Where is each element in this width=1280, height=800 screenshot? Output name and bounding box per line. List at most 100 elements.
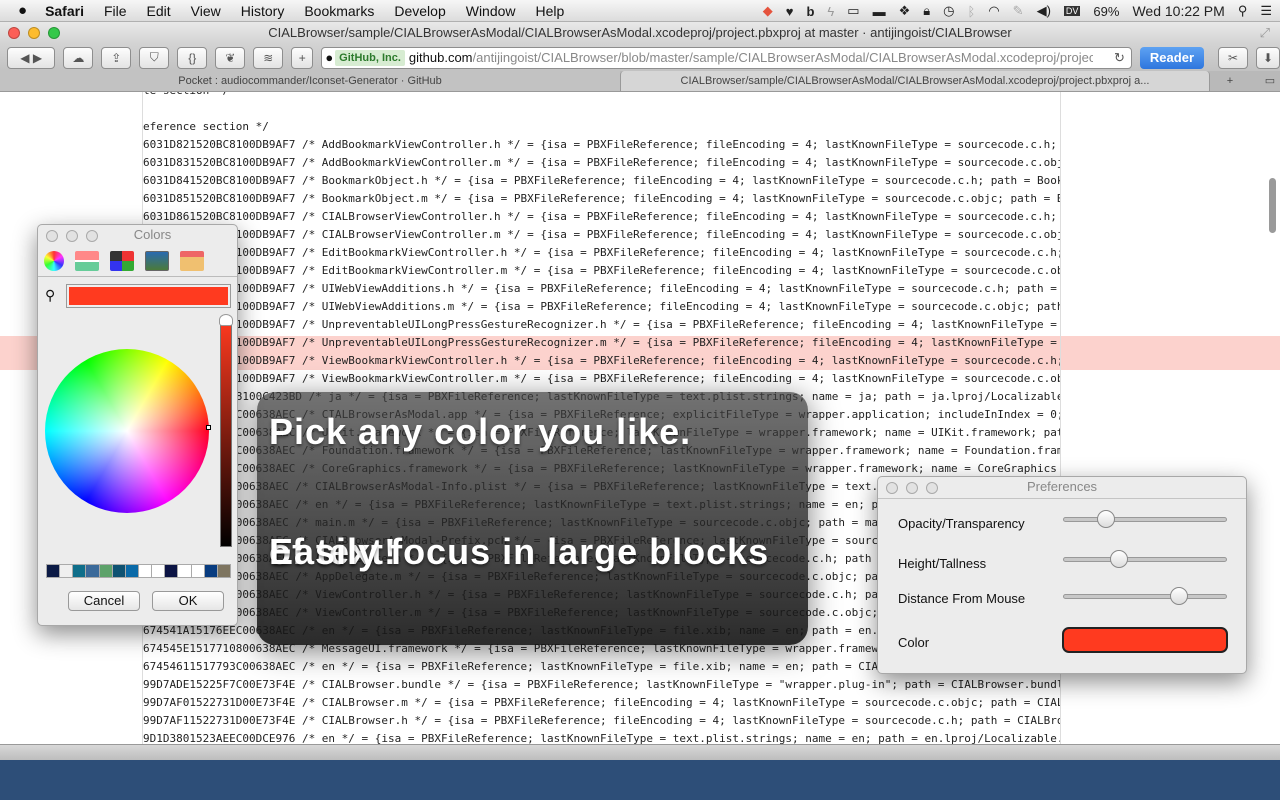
color-swatch[interactable] [191, 565, 204, 577]
menu-develop[interactable]: Develop [384, 3, 455, 19]
color-swatch[interactable] [125, 565, 138, 577]
color-wheel[interactable] [45, 349, 211, 513]
volume-icon[interactable]: ◀) [1037, 3, 1051, 19]
close-button[interactable] [886, 482, 898, 494]
color-picker-marker[interactable] [206, 425, 211, 430]
layers-icon[interactable]: ≋ [253, 46, 284, 69]
menu-history[interactable]: History [231, 3, 295, 19]
time-machine-icon[interactable]: ◷ [943, 3, 954, 19]
bluetooth-icon[interactable]: ᛒ [968, 4, 976, 19]
dv-badge[interactable]: DV [1063, 6, 1081, 16]
spotlight-icon[interactable]: ⚲ [1238, 3, 1248, 19]
downloads-icon[interactable]: ⬇ [1256, 46, 1280, 69]
tab-cialbrowser[interactable]: CIALBrowser/sample/CIALBrowserAsModal/CI… [620, 71, 1210, 91]
notification-center-icon[interactable]: ☰ [1260, 3, 1272, 19]
add-bookmark-icon[interactable]: + [291, 46, 314, 69]
code-line: eference section */ [143, 120, 269, 133]
distance-slider[interactable] [1063, 587, 1227, 605]
menu-edit[interactable]: Edit [137, 3, 181, 19]
height-slider[interactable] [1063, 550, 1227, 568]
color-swatch[interactable] [217, 565, 230, 577]
brightness-knob[interactable] [219, 314, 233, 326]
tab-pocket[interactable]: Pocket : audiocommander/Iconset-Generato… [0, 71, 620, 91]
minimize-button[interactable] [28, 27, 40, 39]
reload-icon[interactable]: ↻ [1114, 50, 1125, 66]
color-swatch[interactable] [112, 565, 125, 577]
tab-overview-icon[interactable]: ▭ [1250, 71, 1280, 91]
clock[interactable]: Wed 10:22 PM [1132, 3, 1224, 19]
palettes-icon[interactable] [110, 250, 134, 271]
brightness-slider[interactable] [219, 314, 233, 547]
menu-window[interactable]: Window [456, 3, 526, 19]
leaf-icon[interactable]: ❦ [215, 46, 246, 69]
address-bar[interactable]: ● GitHub, Inc. github.com /antijingoist/… [321, 46, 1132, 69]
minimize-button[interactable] [66, 230, 78, 242]
menu-file[interactable]: File [94, 3, 137, 19]
menu-bookmarks[interactable]: Bookmarks [294, 3, 384, 19]
wifi-icon[interactable]: ◠ [988, 3, 999, 19]
menu-safari[interactable]: Safari [35, 3, 94, 19]
zoom-button[interactable] [86, 230, 98, 242]
color-swatch[interactable] [178, 565, 191, 577]
dropbox-icon[interactable]: ❖ [899, 3, 911, 19]
menu-help[interactable]: Help [526, 3, 575, 19]
opacity-slider[interactable] [1063, 510, 1227, 528]
zoom-button[interactable] [48, 27, 60, 39]
menu-view[interactable]: View [181, 3, 231, 19]
crayons-icon[interactable] [180, 250, 204, 271]
color-swatch[interactable] [60, 565, 73, 577]
title-bar: CIALBrowser/sample/CIALBrowserAsModal/CI… [0, 22, 1280, 44]
airplay-icon[interactable]: ▭ [847, 3, 859, 19]
color-swatch[interactable] [152, 565, 165, 577]
height-slider-knob[interactable] [1110, 550, 1129, 568]
pocket-icon[interactable]: ◆ [763, 3, 773, 19]
color-swatch[interactable] [165, 565, 178, 577]
sliders-icon[interactable] [75, 250, 99, 271]
color-swatch[interactable] [99, 565, 112, 577]
apple-menu-icon[interactable]: ● [0, 2, 35, 19]
color-swatch[interactable] [47, 565, 60, 577]
lock-icon[interactable]: 🔒︎ [923, 3, 930, 19]
clip-icon[interactable]: ✂ [1218, 46, 1248, 69]
share-icon[interactable]: ⇪ [101, 46, 132, 69]
color-swatch[interactable] [138, 565, 152, 577]
url-host: github.com [408, 50, 473, 65]
code-line: 6031D8A1520BC8100DB9AF7 /* UIWebViewAddi… [143, 282, 1057, 295]
reader-button[interactable]: Reader [1139, 46, 1204, 69]
pocket-icon[interactable]: ⛉ [139, 46, 170, 69]
new-tab-button[interactable]: + [1210, 71, 1250, 91]
icloud-tabs-icon[interactable]: ☁ [63, 46, 94, 69]
window-title: CIALBrowser/sample/CIALBrowserAsModal/CI… [268, 25, 1012, 40]
color-well-button[interactable] [1062, 627, 1228, 653]
code-line: 6031D871520BC8100DB9AF7 /* CIALBrowserVi… [143, 228, 1061, 241]
magnifier-icon[interactable]: ⚲ [45, 287, 55, 304]
github-icon: ● [325, 50, 334, 65]
close-button[interactable] [46, 230, 58, 242]
heart-icon[interactable]: ♥ [786, 4, 794, 19]
color-swatch[interactable] [73, 565, 86, 577]
bolt-icon[interactable]: ϟ [827, 4, 834, 19]
battery-percent[interactable]: 69% [1093, 4, 1119, 19]
scrollbar-thumb[interactable] [1269, 178, 1276, 233]
fullscreen-icon[interactable]: ⤢ [1260, 22, 1270, 44]
color-swatch[interactable] [204, 565, 217, 577]
code-line: 6031D851520BC8100DB9AF7 /* BookmarkObjec… [143, 192, 1060, 205]
b-icon[interactable]: b [806, 4, 814, 19]
memory-icon[interactable]: ▬ [873, 4, 886, 19]
cancel-button[interactable]: Cancel [68, 591, 140, 611]
opacity-slider-knob[interactable] [1097, 510, 1116, 528]
color-swatch[interactable] [86, 565, 99, 577]
back-forward-buttons[interactable]: ◀ ▶ [7, 46, 56, 69]
minimize-button[interactable] [906, 482, 918, 494]
code-line: 99D7ADE15225F7C00E73F4E /* CIALBrowser.b… [143, 678, 1061, 691]
braces-icon[interactable]: {} [177, 46, 208, 69]
ev-certificate-badge[interactable]: GitHub, Inc. [335, 49, 405, 66]
ok-button[interactable]: OK [152, 591, 224, 611]
current-color-well[interactable] [66, 284, 231, 308]
zoom-button[interactable] [926, 482, 938, 494]
color-wheel-icon[interactable] [44, 250, 64, 271]
image-palettes-icon[interactable] [145, 250, 169, 271]
close-button[interactable] [8, 27, 20, 39]
distance-slider-knob[interactable] [1170, 587, 1189, 605]
pen-icon[interactable]: ✎ [1013, 3, 1024, 19]
